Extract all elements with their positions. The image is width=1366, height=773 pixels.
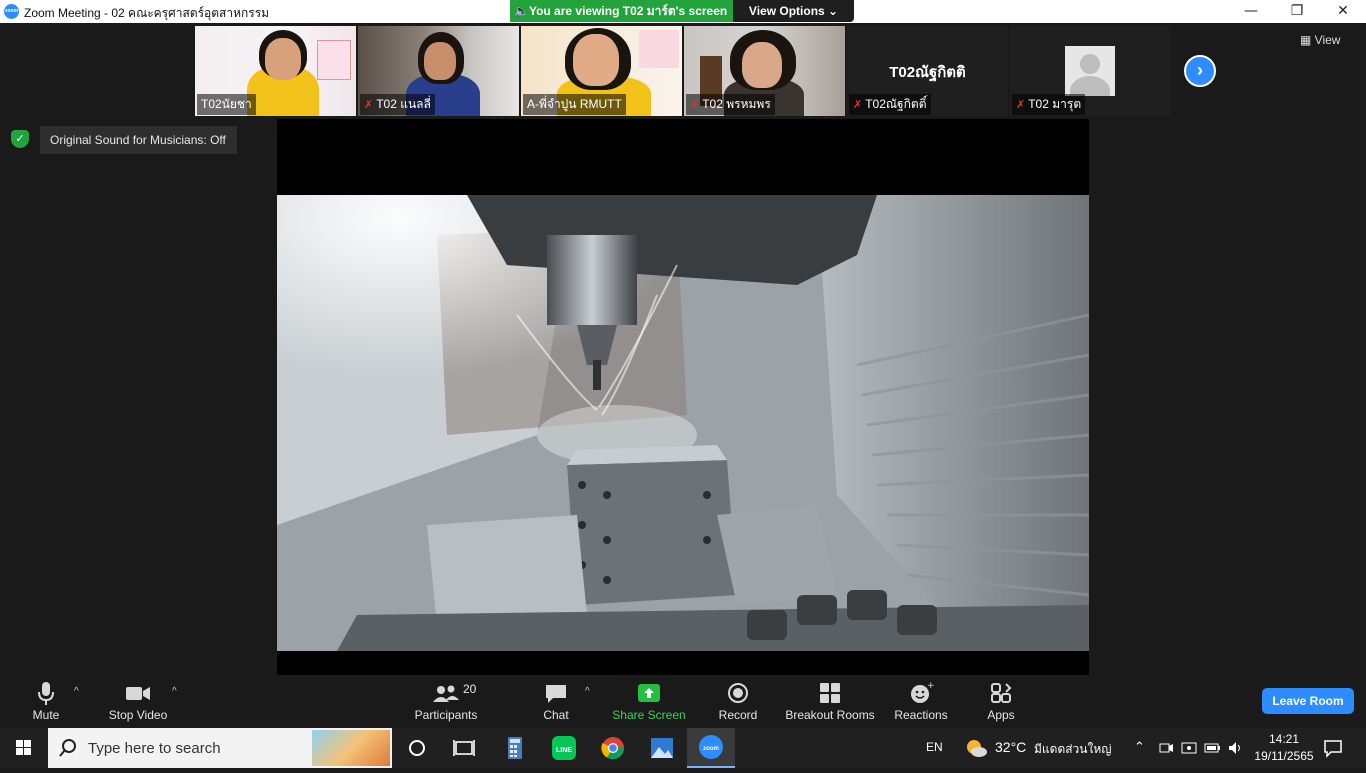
apps-icon <box>991 683 1012 703</box>
original-sound-status[interactable]: Original Sound for Musicians: Off <box>40 126 237 154</box>
participant-tile[interactable]: ✗ T02 มารุต <box>1010 26 1171 116</box>
search-highlight-image <box>312 730 390 766</box>
close-button[interactable]: ✕ <box>1320 0 1366 23</box>
line-app-icon[interactable]: LINE <box>549 734 579 762</box>
participant-display-name: T02ณัฐกิตติ <box>889 64 966 81</box>
start-button[interactable] <box>0 728 48 768</box>
next-page-arrow-icon[interactable]: › <box>1184 55 1216 87</box>
participant-count: 20 <box>463 682 477 696</box>
svg-text:LINE: LINE <box>556 747 572 754</box>
chat-bubble-icon <box>546 685 566 703</box>
weather-sun-cloud-icon <box>967 740 987 757</box>
screen-capture-icon[interactable] <box>1181 740 1197 756</box>
show-hidden-icons-chevron-icon[interactable]: ⌃ <box>1134 739 1145 755</box>
participant-name: ✗ T02 มารุต <box>1012 94 1086 115</box>
share-banner-text: You are viewing T02 มาร์ต's screen <box>528 4 728 18</box>
video-camera-icon <box>126 687 150 700</box>
cnc-machining-video <box>277 195 1089 651</box>
grid-view-icon: ▦ <box>1300 33 1315 47</box>
zoom-taskbar-button[interactable]: zoom <box>687 728 735 768</box>
participants-icon <box>433 685 459 702</box>
participant-tile-active[interactable]: A-พี่จำปูน RMUTT <box>521 26 682 116</box>
stop-video-button[interactable]: Stop Video <box>93 680 183 722</box>
reactions-button[interactable]: + Reactions <box>876 680 966 722</box>
shield-check-icon: ✓ <box>11 130 29 148</box>
mic-muted-icon: ✗ <box>1016 99 1026 111</box>
svg-text:zoom: zoom <box>703 746 719 752</box>
clock-time[interactable]: 14:21 <box>1252 732 1316 746</box>
cortana-icon[interactable] <box>402 734 432 762</box>
participant-name: ✗ T02ณัฐกิตติ์ <box>849 94 931 115</box>
avatar-placeholder-icon <box>1065 46 1115 96</box>
participant-name: A-พี่จำปูน RMUTT <box>523 94 626 115</box>
shared-screen <box>277 119 1089 675</box>
breakout-rooms-button[interactable]: Breakout Rooms <box>785 680 875 722</box>
photos-icon[interactable] <box>647 734 677 762</box>
calculator-icon[interactable] <box>500 734 530 762</box>
windows-taskbar: Type here to search LINE zoom EN 32°C มี… <box>0 728 1366 768</box>
participant-name: T02นัยชา <box>197 94 256 115</box>
participant-tile[interactable]: T02นัยชา <box>195 26 356 116</box>
mic-muted-icon: ✗ <box>690 99 700 111</box>
apps-button[interactable]: Apps <box>956 680 1046 722</box>
participant-tile[interactable]: ✗ T02 พรหมพร <box>684 26 845 116</box>
microphone-icon <box>38 682 54 705</box>
mic-muted-icon: ✗ <box>853 99 863 111</box>
chat-options-caret[interactable]: ^ <box>585 686 590 697</box>
search-placeholder: Type here to search <box>88 740 221 757</box>
zoom-app-icon: zoom <box>699 735 723 759</box>
window-title: Zoom Meeting - 02 คณะครุศาสตร์อุตสาหกรรม <box>24 6 270 20</box>
participants-button[interactable]: 20 Participants <box>401 680 491 722</box>
participant-tile[interactable]: ✗ T02 แนลลี่ <box>358 26 519 116</box>
svg-text:+: + <box>927 681 934 691</box>
input-language[interactable]: EN <box>926 740 943 754</box>
breakout-rooms-icon <box>820 683 840 703</box>
view-options-button[interactable]: View Options ⌄ <box>733 0 854 22</box>
participant-tile[interactable]: T02ณัฐกิตติ ✗ T02ณัฐกิตติ์ <box>847 26 1008 116</box>
shared-video-frame <box>277 195 1089 651</box>
audio-options-caret[interactable]: ^ <box>74 686 79 697</box>
temperature[interactable]: 32°C <box>995 739 1026 755</box>
participant-name: ✗ T02 แนลลี่ <box>360 94 435 115</box>
leave-room-button[interactable]: Leave Room <box>1262 688 1354 714</box>
weather-description[interactable]: มีแดดส่วนใหญ่ <box>1034 740 1112 759</box>
record-icon <box>728 683 748 703</box>
view-button[interactable]: ▦ View <box>1300 33 1340 47</box>
battery-icon[interactable] <box>1204 740 1222 756</box>
minimize-button[interactable]: — <box>1228 0 1274 23</box>
meeting-controls: Mute ^ Stop Video ^ 20 Participants Chat… <box>0 676 1366 728</box>
screen-share-banner: 🔈You are viewing T02 มาร์ต's screen <box>510 0 733 22</box>
task-view-icon[interactable] <box>449 734 479 762</box>
volume-icon[interactable] <box>1227 740 1243 756</box>
meet-now-icon[interactable] <box>1158 740 1174 756</box>
zoom-logo-icon: zoom <box>4 4 19 19</box>
mic-muted-icon: ✗ <box>364 99 374 111</box>
windows-logo-icon <box>16 740 31 755</box>
notification-icon[interactable] <box>1323 738 1343 758</box>
speaker-icon: 🔈 <box>514 4 529 18</box>
record-button[interactable]: Record <box>693 680 783 722</box>
smiley-icon: + <box>911 681 934 703</box>
participant-name: ✗ T02 พรหมพร <box>686 94 775 115</box>
search-icon <box>59 739 76 757</box>
chrome-icon[interactable] <box>598 734 628 762</box>
video-options-caret[interactable]: ^ <box>172 686 177 697</box>
clock-date[interactable]: 19/11/2565 <box>1250 749 1318 763</box>
share-screen-icon <box>638 684 660 702</box>
restore-button[interactable]: ❐ <box>1274 0 1320 23</box>
share-screen-button[interactable]: Share Screen <box>604 680 694 722</box>
